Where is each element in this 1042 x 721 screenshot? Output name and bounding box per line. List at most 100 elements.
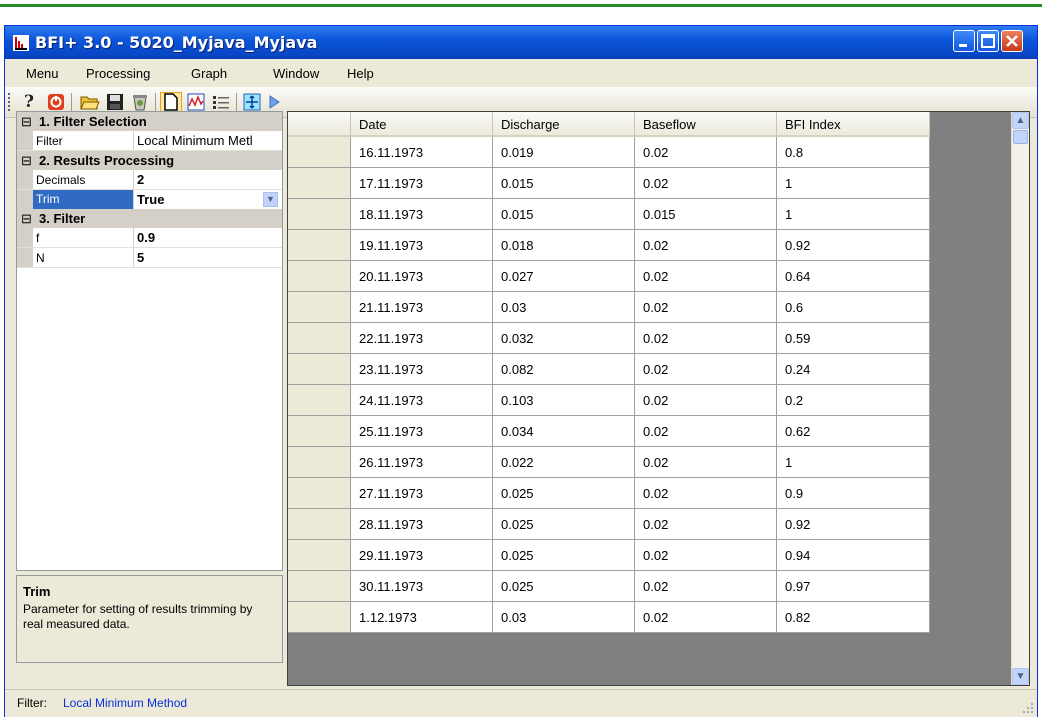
fit-button[interactable]	[241, 92, 263, 112]
list-settings-button[interactable]	[210, 92, 232, 112]
collapse-toggle-icon[interactable]: ⊟	[21, 114, 32, 130]
menu-processing[interactable]: Processing	[86, 66, 150, 81]
table-cell[interactable]: 1	[777, 168, 930, 199]
table-cell[interactable]: 16.11.1973	[351, 137, 493, 168]
chevron-down-icon[interactable]: ▼	[263, 192, 278, 207]
row-header[interactable]	[288, 199, 351, 230]
table-cell[interactable]: 0.02	[635, 261, 777, 292]
delete-button[interactable]	[129, 92, 151, 112]
category-results-processing[interactable]: ⊟ 2. Results Processing	[17, 151, 282, 170]
table-cell[interactable]: 0.02	[635, 416, 777, 447]
table-cell[interactable]: 1	[777, 199, 930, 230]
table-cell[interactable]: 0.022	[493, 447, 635, 478]
property-value[interactable]: 2	[137, 172, 282, 188]
table-cell[interactable]: 0.59	[777, 323, 930, 354]
table-cell[interactable]: 20.11.1973	[351, 261, 493, 292]
table-cell[interactable]: 0.025	[493, 478, 635, 509]
row-header[interactable]	[288, 478, 351, 509]
title-bar[interactable]: BFI+ 3.0 - 5020_Myjava_Myjava	[5, 26, 1037, 59]
property-row-f[interactable]: f 0.9	[17, 228, 282, 248]
table-cell[interactable]: 0.015	[635, 199, 777, 230]
table-cell[interactable]: 0.24	[777, 354, 930, 385]
toolbar-grip[interactable]	[8, 93, 10, 111]
row-header[interactable]	[288, 230, 351, 261]
table-cell[interactable]: 0.03	[493, 292, 635, 323]
category-filter-selection[interactable]: ⊟ 1. Filter Selection	[17, 112, 282, 131]
table-cell[interactable]: 19.11.1973	[351, 230, 493, 261]
row-header[interactable]	[288, 137, 351, 168]
row-header[interactable]	[288, 447, 351, 478]
row-header[interactable]	[288, 509, 351, 540]
table-cell[interactable]: 24.11.1973	[351, 385, 493, 416]
new-document-button[interactable]	[160, 92, 182, 112]
table-cell[interactable]: 0.8	[777, 137, 930, 168]
property-value[interactable]: 0.9	[137, 230, 282, 246]
row-header[interactable]	[288, 354, 351, 385]
table-cell[interactable]: 0.02	[635, 385, 777, 416]
property-value[interactable]: 5	[137, 250, 282, 266]
table-cell[interactable]: 0.6	[777, 292, 930, 323]
row-header[interactable]	[288, 323, 351, 354]
table-cell[interactable]: 1.12.1973	[351, 602, 493, 633]
table-cell[interactable]: 0.02	[635, 168, 777, 199]
property-row-trim[interactable]: Trim True ▼	[17, 190, 282, 210]
row-header[interactable]	[288, 416, 351, 447]
table-cell[interactable]: 0.02	[635, 323, 777, 354]
table-cell[interactable]: 0.027	[493, 261, 635, 292]
open-button[interactable]	[79, 92, 101, 112]
table-cell[interactable]: 0.02	[635, 571, 777, 602]
property-row-filter[interactable]: Filter Local Minimum Metl	[17, 131, 282, 151]
table-cell[interactable]: 0.025	[493, 571, 635, 602]
table-cell[interactable]: 0.62	[777, 416, 930, 447]
table-cell[interactable]: 0.02	[635, 540, 777, 571]
menu-window[interactable]: Window	[273, 66, 319, 81]
property-value[interactable]: Local Minimum Metl	[137, 133, 282, 149]
table-cell[interactable]: 0.025	[493, 509, 635, 540]
graph-button[interactable]	[185, 92, 207, 112]
table-cell[interactable]: 0.015	[493, 199, 635, 230]
scroll-down-button[interactable]: ▼	[1012, 668, 1029, 685]
table-cell[interactable]: 0.018	[493, 230, 635, 261]
table-cell[interactable]: 30.11.1973	[351, 571, 493, 602]
table-cell[interactable]: 0.94	[777, 540, 930, 571]
table-cell[interactable]: 1	[777, 447, 930, 478]
column-header-date[interactable]: Date	[351, 112, 493, 137]
vertical-scrollbar[interactable]: ▲ ▼	[1011, 112, 1029, 685]
stop-button[interactable]	[45, 92, 67, 112]
table-cell[interactable]: 0.034	[493, 416, 635, 447]
table-cell[interactable]: 0.02	[635, 292, 777, 323]
menu-help[interactable]: Help	[347, 66, 374, 81]
property-row-n[interactable]: N 5	[17, 248, 282, 268]
menu-menu[interactable]: Menu	[26, 66, 59, 81]
table-cell[interactable]: 0.025	[493, 540, 635, 571]
help-button[interactable]: ?	[18, 92, 40, 112]
table-cell[interactable]: 0.2	[777, 385, 930, 416]
row-header[interactable]	[288, 602, 351, 633]
row-header[interactable]	[288, 292, 351, 323]
column-header-discharge[interactable]: Discharge	[493, 112, 635, 137]
table-cell[interactable]: 0.082	[493, 354, 635, 385]
table-cell[interactable]: 0.02	[635, 230, 777, 261]
table-cell[interactable]: 27.11.1973	[351, 478, 493, 509]
table-cell[interactable]: 0.019	[493, 137, 635, 168]
column-header-bfi-index[interactable]: BFI Index	[777, 112, 930, 137]
row-header-corner[interactable]	[288, 112, 351, 137]
table-cell[interactable]: 0.97	[777, 571, 930, 602]
property-row-decimals[interactable]: Decimals 2	[17, 170, 282, 190]
column-header-baseflow[interactable]: Baseflow	[635, 112, 777, 137]
table-cell[interactable]: 26.11.1973	[351, 447, 493, 478]
table-cell[interactable]: 21.11.1973	[351, 292, 493, 323]
table-cell[interactable]: 0.02	[635, 509, 777, 540]
table-cell[interactable]: 0.03	[493, 602, 635, 633]
menu-graph[interactable]: Graph	[191, 66, 227, 81]
table-cell[interactable]: 23.11.1973	[351, 354, 493, 385]
table-cell[interactable]: 0.92	[777, 509, 930, 540]
resize-grip-icon[interactable]	[1022, 702, 1034, 714]
row-header[interactable]	[288, 540, 351, 571]
table-cell[interactable]: 0.02	[635, 447, 777, 478]
table-cell[interactable]: 0.64	[777, 261, 930, 292]
run-button[interactable]	[263, 92, 285, 112]
collapse-toggle-icon[interactable]: ⊟	[21, 211, 32, 227]
table-cell[interactable]: 29.11.1973	[351, 540, 493, 571]
table-cell[interactable]: 0.02	[635, 137, 777, 168]
